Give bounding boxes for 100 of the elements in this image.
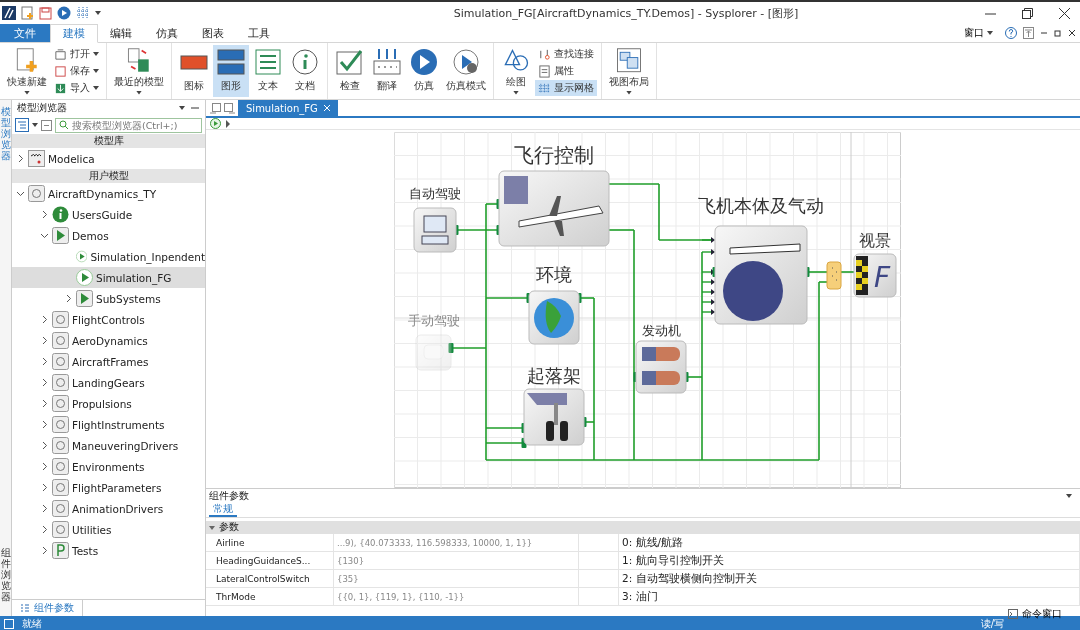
package-icon (52, 479, 69, 496)
ribbon-tab[interactable]: 建模 (50, 24, 98, 43)
tree-item[interactable]: Demos (12, 225, 205, 246)
tree-item[interactable]: FlightParameters (12, 477, 205, 498)
tree-item[interactable]: AircraftFrames (12, 351, 205, 372)
save-icon[interactable] (39, 6, 52, 20)
simulation-mode-icon (451, 47, 481, 77)
play-icon (409, 47, 439, 77)
ribbon-button[interactable]: 视图布局 (606, 45, 652, 97)
close-icon[interactable] (1059, 7, 1070, 19)
restore-icon[interactable] (1022, 7, 1033, 19)
chevron-right-icon[interactable] (225, 119, 231, 128)
import-icon (54, 81, 67, 95)
ribbon-tab[interactable]: 工具 (236, 24, 282, 42)
ribbon-tab[interactable]: 仿真 (144, 24, 190, 42)
parameter-name: ThrMode (206, 588, 334, 605)
block-label: 飞行控制 (514, 143, 594, 167)
chevron-right-icon[interactable] (40, 315, 49, 324)
ribbon-button[interactable]: 打开 (51, 46, 102, 62)
tree-item[interactable]: Tests (12, 540, 205, 561)
forward-icon[interactable] (224, 102, 235, 114)
side-tab[interactable]: 组件浏览器 (1, 547, 11, 602)
grid-icon[interactable] (76, 6, 90, 20)
ribbon-button[interactable]: 快速新建 (4, 45, 50, 97)
back-icon[interactable] (210, 102, 221, 114)
play-icon[interactable] (57, 6, 71, 20)
chevron-right-icon[interactable] (16, 154, 25, 163)
tree-item[interactable]: SubSystems (12, 288, 205, 309)
tree-item[interactable]: AircraftDynamics_TY (12, 183, 205, 204)
package-icon (52, 353, 69, 370)
ribbon-button[interactable]: 检查 (332, 45, 368, 97)
ribbon-button[interactable]: 图标 (176, 45, 212, 97)
chevron-right-icon[interactable] (40, 378, 49, 387)
collapse-icon[interactable] (41, 119, 52, 131)
ribbon-button[interactable]: 翻译 (369, 45, 405, 97)
tree-item[interactable]: Simulation_Inpendent (12, 246, 205, 267)
tree-item[interactable]: Simulation_FG (12, 267, 205, 288)
parameter-value[interactable]: {35} (334, 570, 579, 587)
tree-item[interactable]: ManeuveringDrivers (12, 435, 205, 456)
parameter-value[interactable]: {130} (334, 552, 579, 569)
window-menu[interactable]: 窗口 (958, 25, 999, 41)
chevron-down-icon[interactable] (16, 189, 25, 198)
chevron-right-icon[interactable] (40, 399, 49, 408)
ribbon-button[interactable]: 仿真 (406, 45, 442, 97)
ribbon-button[interactable]: 查找连接 (535, 46, 597, 62)
parameter-value[interactable]: ...9), {40.073333, 116.598333, 10000, 1, 1}} (334, 534, 579, 551)
connection-arrow (701, 269, 715, 275)
block-label: 起落架 (527, 365, 581, 386)
tree-view-icon[interactable] (15, 118, 29, 132)
chevron-right-icon[interactable] (40, 441, 49, 450)
tree-item[interactable]: Modelica (12, 148, 205, 169)
ribbon-button[interactable]: 仿真模式 (443, 45, 489, 97)
package-icon (52, 500, 69, 517)
chevron-right-icon[interactable] (40, 546, 49, 555)
chevron-right-icon[interactable] (64, 294, 73, 303)
close-icon[interactable] (1068, 29, 1076, 37)
chevron-right-icon[interactable] (40, 336, 49, 345)
chevron-right-icon[interactable] (40, 357, 49, 366)
ribbon-button[interactable]: 显示网格 (535, 80, 597, 96)
chevron-right-icon[interactable] (40, 525, 49, 534)
tree-item[interactable]: AeroDynamics (12, 330, 205, 351)
ribbon-button[interactable]: 属性 (535, 63, 597, 79)
ribbon-button[interactable]: 最近的模型 (111, 45, 167, 97)
tree-item[interactable]: Utilities (12, 519, 205, 540)
block-label: 飞机本体及气动 (698, 195, 824, 216)
pin-ribbon-icon[interactable] (1023, 27, 1034, 39)
panel-tab[interactable]: 常规 (209, 503, 237, 517)
tree-item[interactable]: LandingGears (12, 372, 205, 393)
ribbon-tab[interactable]: 文件 (0, 24, 50, 42)
chevron-right-icon[interactable] (40, 210, 49, 219)
ribbon-button[interactable]: 导入 (51, 80, 102, 96)
tree-item[interactable]: FlightControls (12, 309, 205, 330)
ribbon-button[interactable]: 保存 (51, 63, 102, 79)
check-icon (335, 47, 365, 77)
chevron-down-icon[interactable] (40, 231, 49, 240)
ribbon-button[interactable]: 文档 (287, 45, 323, 97)
ribbon-tab[interactable]: 编辑 (98, 24, 144, 42)
tree-item[interactable]: Propulsions (12, 393, 205, 414)
chevron-right-icon[interactable] (40, 504, 49, 513)
collapse-arrow-icon[interactable] (209, 525, 215, 530)
ribbon-button[interactable]: 绘图 (498, 45, 534, 97)
minimize-icon[interactable] (1040, 29, 1048, 37)
tree-item[interactable]: UsersGuide (12, 204, 205, 225)
parameter-value[interactable]: {{0, 1}, {119, 1}, {110, -1}} (334, 588, 579, 605)
chevron-right-icon[interactable] (40, 420, 49, 429)
restore-icon[interactable] (1054, 29, 1062, 37)
tree-item[interactable]: FlightInstruments (12, 414, 205, 435)
search-field[interactable]: 搜索模型浏览器(Ctrl+;) (55, 117, 202, 133)
tree-item[interactable]: Environments (12, 456, 205, 477)
caret-icon (32, 123, 38, 127)
ribbon-button[interactable]: 图形 (213, 45, 249, 97)
chevron-right-icon[interactable] (40, 462, 49, 471)
side-tab[interactable]: 模型浏览器 (1, 106, 11, 161)
document-tab[interactable]: Simulation_FG (238, 100, 338, 116)
help-icon[interactable] (1005, 27, 1017, 39)
ribbon-tab[interactable]: 图表 (190, 24, 236, 42)
chevron-right-icon[interactable] (40, 483, 49, 492)
play-icon[interactable] (210, 118, 221, 129)
tree-item[interactable]: AnimationDrivers (12, 498, 205, 519)
ribbon-button[interactable]: 文本 (250, 45, 286, 97)
